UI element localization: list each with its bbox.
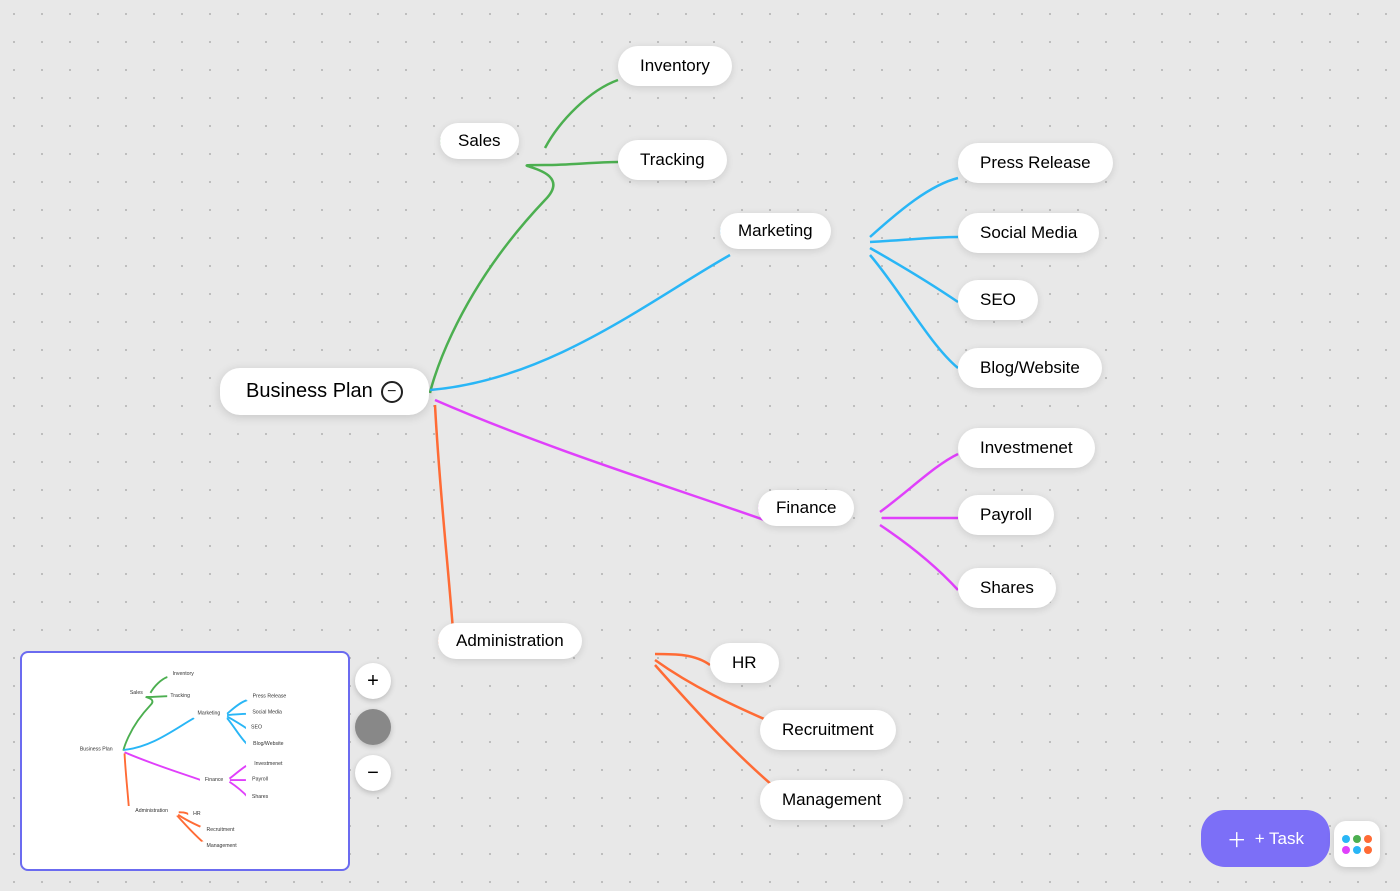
svg-text:SEO: SEO — [251, 725, 262, 731]
inventory-node[interactable]: Inventory — [618, 46, 732, 86]
svg-text:Social Media: Social Media — [252, 709, 282, 715]
hr-node[interactable]: HR — [710, 643, 779, 683]
svg-text:Management: Management — [207, 843, 238, 849]
minimap: Inventory Tracking Sales Marketing Busin… — [20, 651, 350, 871]
social-media-label: Social Media — [980, 223, 1077, 242]
finance-node[interactable]: Finance — [758, 490, 854, 526]
press-release-label: Press Release — [980, 153, 1091, 172]
svg-text:Investmenet: Investmenet — [254, 761, 283, 767]
grid-view-button[interactable] — [1334, 821, 1380, 867]
press-release-node[interactable]: Press Release — [958, 143, 1113, 183]
svg-text:Shares: Shares — [252, 794, 269, 800]
management-node[interactable]: Management — [760, 780, 903, 820]
recruitment-label: Recruitment — [782, 720, 874, 739]
task-button-label: + Task — [1255, 829, 1304, 849]
svg-text:Blog/Website: Blog/Website — [253, 741, 284, 747]
finance-node-container: Finance − — [758, 497, 780, 519]
svg-text:Marketing: Marketing — [198, 710, 221, 716]
svg-text:HR: HR — [193, 811, 201, 817]
zoom-out-button[interactable]: − — [355, 755, 391, 791]
sales-label: Sales — [458, 131, 501, 150]
svg-text:Sales: Sales — [130, 690, 143, 696]
finance-label: Finance — [776, 498, 836, 517]
shares-node[interactable]: Shares — [958, 568, 1056, 608]
social-media-node[interactable]: Social Media — [958, 213, 1099, 253]
marketing-node-container: Marketing − — [720, 220, 742, 242]
seo-node[interactable]: SEO — [958, 280, 1038, 320]
payroll-node[interactable]: Payroll — [958, 495, 1054, 535]
add-task-button[interactable]: ＋ + Task — [1201, 810, 1330, 867]
marketing-node[interactable]: Marketing — [720, 213, 831, 249]
svg-text:Inventory: Inventory — [173, 671, 195, 677]
grid-icon — [1342, 835, 1372, 854]
svg-text:Finance: Finance — [205, 777, 224, 783]
recruitment-node[interactable]: Recruitment — [760, 710, 896, 750]
tracking-node[interactable]: Tracking — [618, 140, 727, 180]
hr-label: HR — [732, 653, 757, 672]
management-label: Management — [782, 790, 881, 809]
zoom-controls: + − — [355, 663, 391, 791]
investmenet-node[interactable]: Investmenet — [958, 428, 1095, 468]
business-plan-node[interactable]: Business Plan − — [220, 368, 429, 415]
inventory-label: Inventory — [640, 56, 710, 75]
payroll-label: Payroll — [980, 505, 1032, 524]
shares-label: Shares — [980, 578, 1034, 597]
svg-text:Press Release: Press Release — [253, 694, 287, 700]
investmenet-label: Investmenet — [980, 438, 1073, 457]
zoom-fit-button[interactable] — [355, 709, 391, 745]
administration-label: Administration — [456, 631, 564, 650]
blog-website-node[interactable]: Blog/Website — [958, 348, 1102, 388]
svg-text:Recruitment: Recruitment — [207, 827, 235, 833]
marketing-label: Marketing — [738, 221, 813, 240]
svg-text:Payroll: Payroll — [252, 777, 268, 783]
administration-node-container: Administration − — [438, 630, 460, 652]
svg-text:Administration: Administration — [135, 808, 168, 814]
business-plan-collapse[interactable]: − — [381, 381, 403, 403]
administration-node[interactable]: Administration — [438, 623, 582, 659]
business-plan-label: Business Plan — [246, 380, 373, 403]
sales-node[interactable]: Sales — [440, 123, 519, 159]
zoom-in-button[interactable]: + — [355, 663, 391, 699]
svg-text:Tracking: Tracking — [170, 693, 190, 699]
task-button-icon: ＋ — [1227, 824, 1247, 853]
svg-text:Business Plan: Business Plan — [80, 747, 113, 753]
sales-node-container: Sales − — [440, 130, 462, 152]
blog-website-label: Blog/Website — [980, 358, 1080, 377]
seo-label: SEO — [980, 290, 1016, 309]
tracking-label: Tracking — [640, 150, 705, 169]
